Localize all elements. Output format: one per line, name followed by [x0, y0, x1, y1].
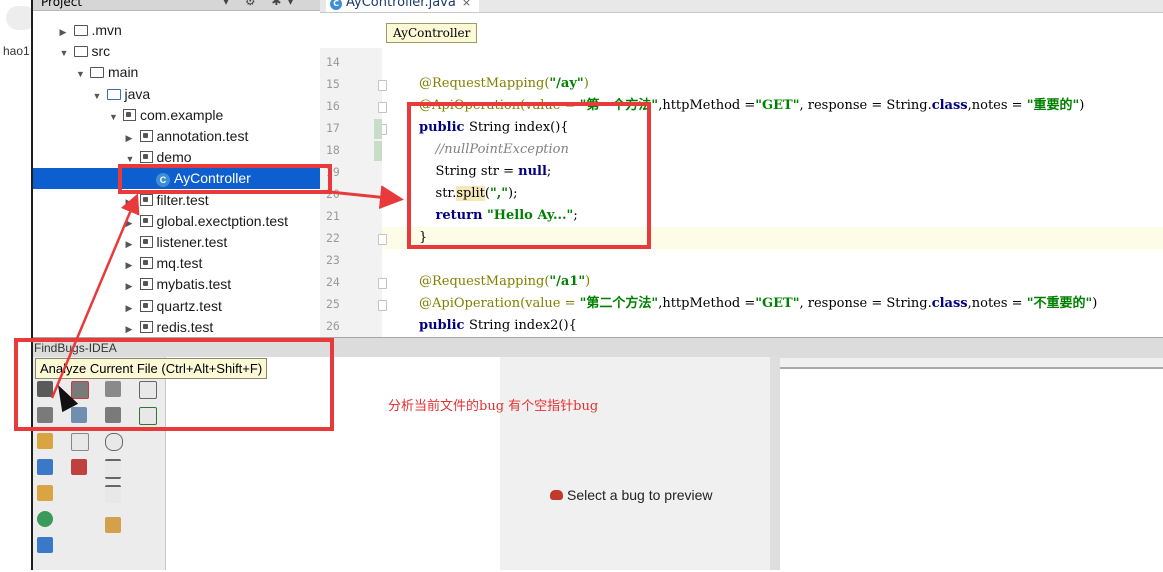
arrow-to-code	[329, 185, 404, 210]
annotation-arrows	[50, 185, 404, 399]
arrow-to-class	[50, 193, 140, 399]
